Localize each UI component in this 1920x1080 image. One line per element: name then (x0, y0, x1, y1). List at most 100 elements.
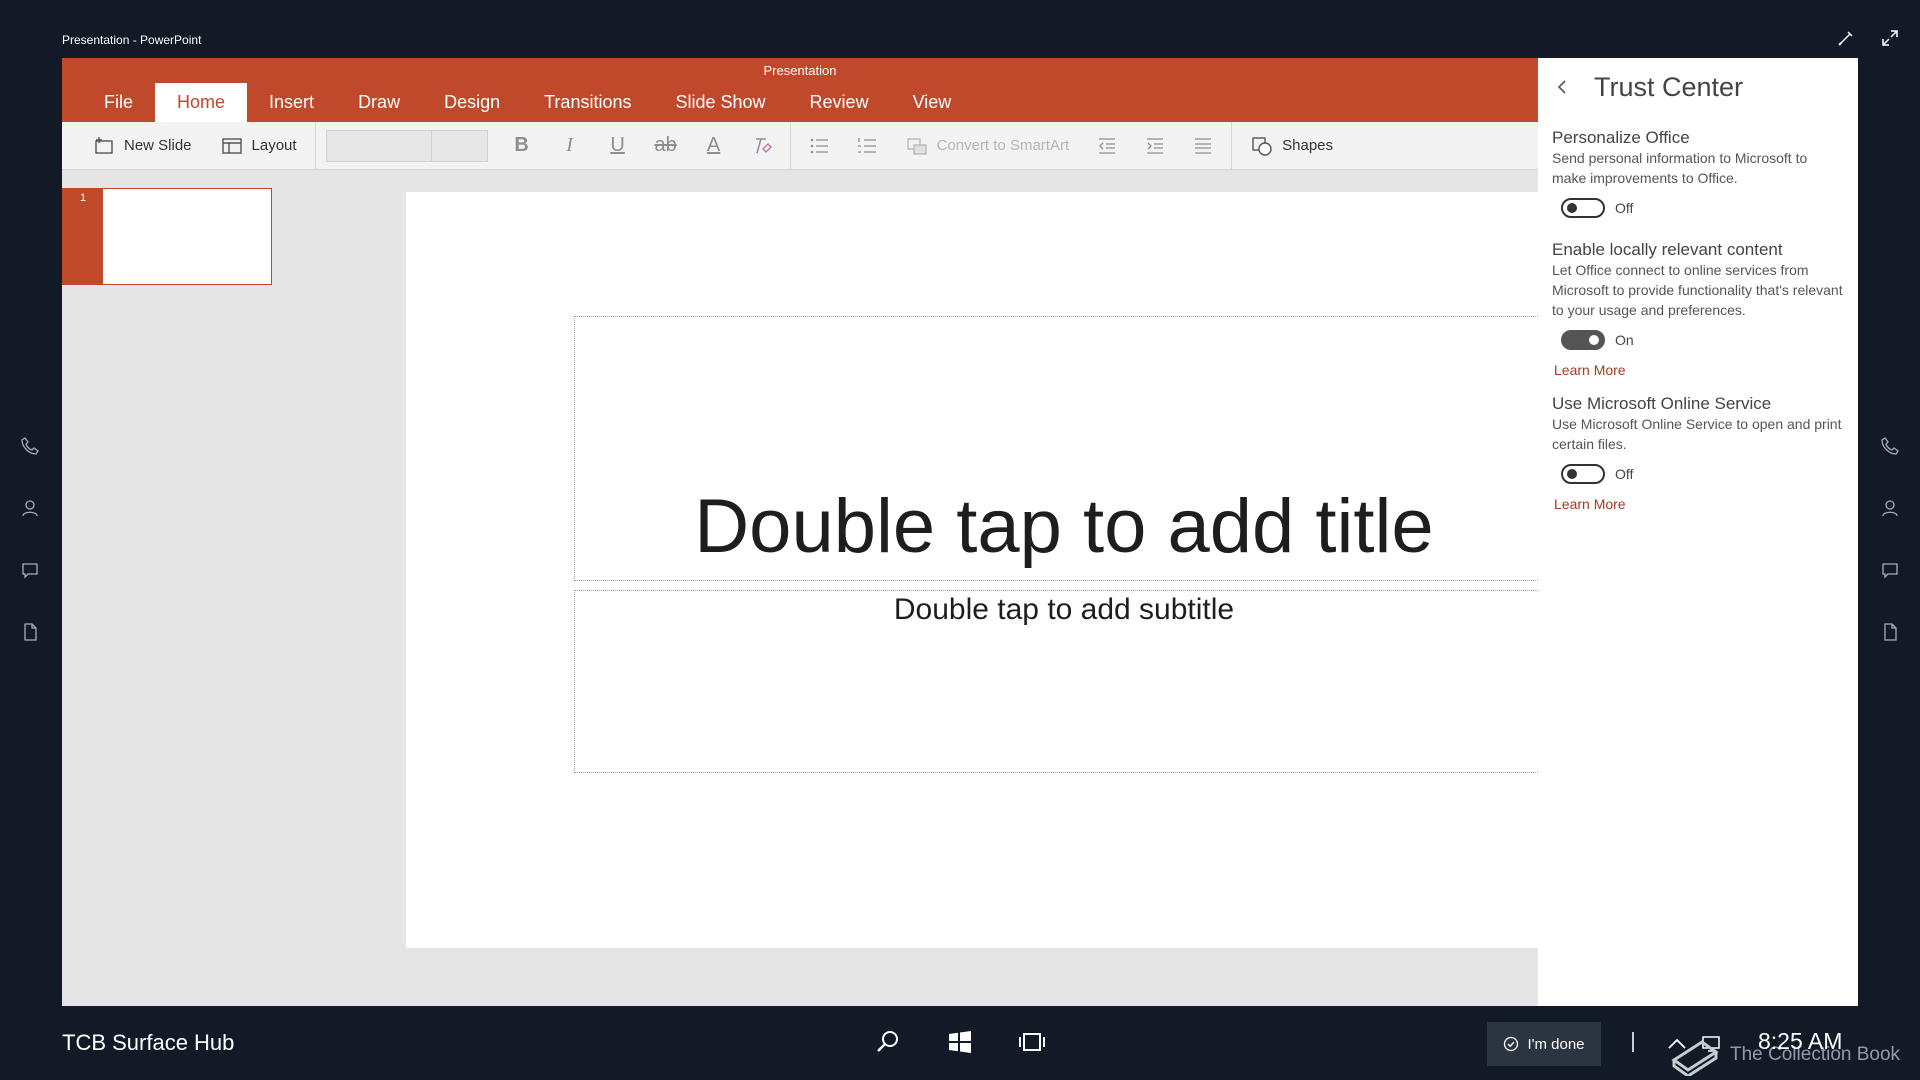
tab-slide-show[interactable]: Slide Show (653, 83, 787, 122)
phone-icon[interactable] (1880, 436, 1900, 456)
smartart-icon (906, 137, 927, 155)
toggle-knob (1567, 203, 1577, 213)
section-title: Enable locally relevant content (1552, 240, 1783, 259)
bold-button[interactable]: B (498, 122, 546, 170)
person-icon[interactable] (1880, 498, 1900, 518)
im-done-button[interactable]: I'm done (1487, 1022, 1601, 1066)
toolbar-separator (789, 121, 791, 170)
layout-icon (221, 137, 242, 154)
strikethrough-button[interactable]: ab (642, 122, 690, 170)
phone-icon[interactable] (20, 436, 40, 456)
bullets-button[interactable] (795, 122, 843, 170)
numbering-button[interactable] (843, 122, 891, 170)
section-description: Use Microsoft Online Service to open and… (1552, 416, 1842, 452)
document-icon[interactable] (1880, 622, 1900, 642)
bold-icon: B (514, 134, 529, 156)
tab-home[interactable]: Home (155, 83, 248, 122)
ribbon-tabs: File Home Insert Draw Design Transitions… (82, 83, 973, 122)
tab-file[interactable]: File (82, 83, 155, 122)
personalize-office-toggle[interactable] (1561, 198, 1605, 218)
section-description: Send personal information to Microsoft t… (1552, 150, 1808, 186)
smartart-label: Convert to SmartArt (936, 137, 1070, 154)
toggle-state-label: Off (1615, 466, 1634, 482)
ribbon-header: Presentation File Home Insert Draw Desig… (62, 58, 1538, 122)
increase-indent-icon (1147, 137, 1164, 154)
learn-more-link[interactable]: Learn More (1554, 362, 1844, 378)
fullscreen-icon[interactable] (1880, 28, 1900, 48)
left-rail (20, 436, 40, 642)
font-color-button[interactable]: A (690, 122, 738, 170)
task-view-icon[interactable] (1018, 1028, 1046, 1056)
new-slide-icon (95, 136, 113, 154)
italic-icon: I (566, 134, 573, 156)
right-rail (1880, 436, 1900, 642)
toggle-state-label: Off (1615, 200, 1634, 216)
tab-review[interactable]: Review (788, 83, 891, 122)
windows-start-icon[interactable] (946, 1028, 974, 1056)
trust-center-pane: Trust Center Personalize Office Send per… (1538, 58, 1858, 1006)
underline-icon: U (610, 134, 625, 156)
pen-icon[interactable] (1836, 28, 1856, 48)
document-icon[interactable] (20, 622, 40, 642)
search-icon[interactable] (874, 1028, 902, 1056)
tab-insert[interactable]: Insert (247, 83, 336, 122)
decrease-indent-button[interactable] (1083, 122, 1131, 170)
person-icon[interactable] (20, 498, 40, 518)
section-title: Use Microsoft Online Service (1552, 394, 1772, 413)
clear-formatting-button[interactable] (738, 122, 786, 170)
toggle-state-label: On (1615, 332, 1634, 348)
title-placeholder[interactable]: Double tap to add title (574, 316, 1554, 581)
underline-button[interactable]: U (594, 122, 642, 170)
tab-draw[interactable]: Draw (336, 83, 422, 122)
align-button[interactable] (1179, 122, 1227, 170)
toolbar-separator (314, 121, 316, 170)
section-description: Let Office connect to online services fr… (1552, 262, 1843, 318)
section-locally-relevant-content: Enable locally relevant content Let Offi… (1552, 240, 1844, 378)
trust-center-title: Trust Center (1594, 72, 1744, 102)
section-personalize-office: Personalize Office Send personal informa… (1552, 128, 1844, 218)
layout-button[interactable]: Layout (206, 122, 311, 170)
new-slide-button[interactable]: New Slide (78, 122, 206, 170)
title-placeholder-text: Double tap to add title (694, 484, 1434, 569)
font-name-field[interactable] (325, 129, 432, 162)
clear-formatting-icon (755, 137, 772, 153)
new-slide-label: New Slide (124, 137, 192, 154)
tab-transitions[interactable]: Transitions (522, 83, 653, 122)
clock: 8:25 AM (1758, 1028, 1843, 1054)
section-microsoft-online-service: Use Microsoft Online Service Use Microso… (1552, 394, 1844, 512)
section-title: Personalize Office (1552, 128, 1690, 147)
font-color-icon: A (706, 134, 721, 156)
locally-relevant-content-toggle[interactable] (1561, 330, 1605, 350)
slide-canvas: Double tap to add title Double tap to ad… (406, 192, 1554, 948)
ribbon-toolbar: New Slide Layout B I U ab A Convert to S… (62, 121, 1538, 170)
microsoft-online-service-toggle[interactable] (1561, 464, 1605, 484)
shapes-button[interactable]: Shapes (1236, 122, 1347, 170)
back-arrow-icon[interactable] (1554, 78, 1572, 96)
check-circle-icon (1504, 1036, 1519, 1052)
powerpoint-window: Presentation File Home Insert Draw Desig… (62, 58, 1858, 1006)
strikethrough-icon: ab (654, 134, 677, 156)
learn-more-link[interactable]: Learn More (1554, 496, 1844, 512)
collection-book-logo-icon (1671, 1040, 1719, 1076)
tab-design[interactable]: Design (422, 83, 522, 122)
convert-to-smartart-button[interactable]: Convert to SmartArt (891, 122, 1084, 170)
subtitle-placeholder-text: Double tap to add subtitle (893, 593, 1235, 626)
thumbnail-number: 1 (80, 192, 87, 204)
im-done-label: I'm done (1527, 1035, 1585, 1053)
chat-icon[interactable] (20, 560, 40, 580)
toggle-knob (1567, 469, 1577, 479)
italic-button[interactable]: I (546, 122, 594, 170)
slide-thumbnail[interactable] (102, 188, 272, 285)
taskbar-divider (1632, 1032, 1634, 1052)
window-title: Presentation - PowerPoint (62, 33, 202, 47)
subtitle-placeholder[interactable]: Double tap to add subtitle (574, 590, 1554, 773)
tab-view[interactable]: View (891, 83, 974, 122)
shapes-icon (1252, 136, 1272, 156)
window-controls (1836, 28, 1900, 48)
align-icon (1195, 137, 1212, 154)
device-name: TCB Surface Hub (62, 1030, 235, 1055)
chat-icon[interactable] (1880, 560, 1900, 580)
font-size-field[interactable] (431, 129, 488, 162)
increase-indent-button[interactable] (1131, 122, 1179, 170)
toolbar-separator (1231, 121, 1233, 170)
